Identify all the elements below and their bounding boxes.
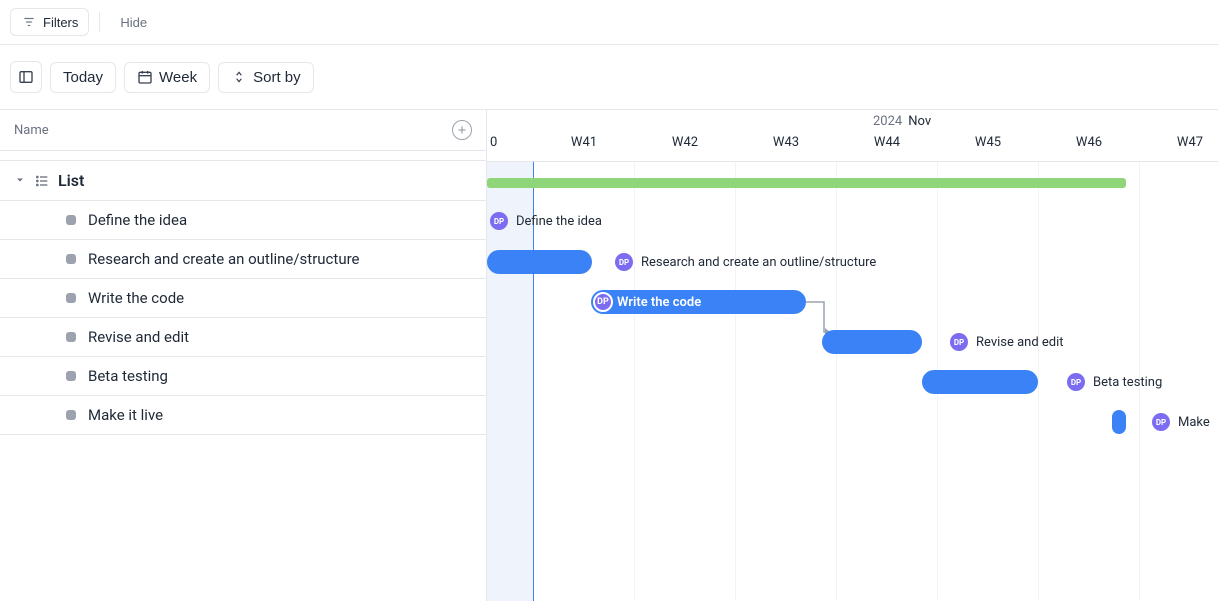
task-label: Define the idea	[88, 211, 187, 229]
view-toolbar: Today Week Sort by	[0, 45, 1218, 109]
week-label: W41	[571, 135, 597, 150]
panel-icon	[18, 69, 34, 85]
task-list-panel: Name List Define the idea Research and c…	[0, 110, 487, 601]
week-labels: 0 W41 W42 W43 W44 W45 W46 W47	[487, 135, 1218, 155]
assignee-avatar: DP	[615, 253, 633, 271]
separator	[99, 12, 100, 32]
bar-label: Define the idea	[516, 214, 602, 229]
gantt-task-label: DP Research and create an outline/struct…	[615, 253, 876, 271]
bar-label: Revise and edit	[976, 335, 1064, 350]
week-label: W43	[773, 135, 799, 150]
month-marker: 2024 Nov	[873, 114, 931, 129]
add-column-button[interactable]	[452, 120, 472, 140]
year-label: 2024	[873, 114, 902, 129]
assignee-avatar[interactable]: DP	[593, 292, 613, 312]
gantt-task-label: DP Revise and edit	[950, 333, 1064, 351]
spacer	[0, 151, 486, 161]
sort-icon	[231, 69, 247, 85]
week-label: W42	[672, 135, 698, 150]
filters-label: Filters	[43, 15, 78, 30]
group-summary-bar[interactable]	[487, 178, 1126, 188]
status-icon	[66, 215, 76, 225]
gantt-task-label[interactable]: DP Define the idea	[490, 212, 602, 230]
week-label: W44	[874, 135, 900, 150]
hide-button[interactable]: Hide	[110, 10, 157, 35]
task-label: Write the code	[88, 289, 184, 307]
task-label: Make it live	[88, 406, 163, 424]
gantt-task-label: DP Make	[1152, 413, 1210, 431]
gantt-bar[interactable]	[922, 370, 1038, 394]
assignee-avatar: DP	[490, 212, 508, 230]
bar-label: Make	[1178, 415, 1210, 430]
gantt-bar[interactable]	[1112, 410, 1126, 434]
timeline-body[interactable]: DP Define the idea DP Research and creat…	[487, 162, 1218, 601]
assignee-avatar: DP	[950, 333, 968, 351]
bar-label: Write the code	[617, 295, 701, 310]
status-icon	[66, 254, 76, 264]
timeline-header: 2024 Nov 0 W41 W42 W43 W44 W45 W46 W47	[487, 110, 1218, 162]
status-icon	[66, 332, 76, 342]
filters-bar: Filters Hide	[0, 0, 1218, 45]
status-icon	[66, 293, 76, 303]
caret-down-icon	[14, 171, 26, 190]
task-row[interactable]: Write the code	[0, 279, 486, 318]
month-label: Nov	[908, 114, 931, 129]
gantt-bar[interactable]: Write the code	[591, 290, 806, 314]
bar-label: Research and create an outline/structure	[641, 255, 876, 270]
status-icon	[66, 371, 76, 381]
filter-icon	[21, 14, 37, 30]
week-label: W46	[1076, 135, 1102, 150]
timeline-panel[interactable]: 2024 Nov 0 W41 W42 W43 W44 W45 W46 W47	[487, 110, 1218, 601]
assignee-avatar: DP	[1152, 413, 1170, 431]
sort-button[interactable]: Sort by	[218, 62, 314, 93]
gridline	[1038, 162, 1039, 601]
gridline	[634, 162, 635, 601]
week-label: W47	[1177, 135, 1203, 150]
group-label: List	[58, 171, 84, 190]
column-name-label: Name	[14, 123, 49, 138]
gridline	[735, 162, 736, 601]
week-label: 0	[490, 135, 497, 150]
filters-button[interactable]: Filters	[10, 8, 89, 36]
main-split: Name List Define the idea Research and c…	[0, 109, 1218, 601]
sort-label: Sort by	[253, 69, 301, 86]
today-button[interactable]: Today	[50, 62, 116, 93]
task-row[interactable]: Define the idea	[0, 201, 486, 240]
gridline	[836, 162, 837, 601]
task-row[interactable]: Make it live	[0, 396, 486, 435]
column-header-row: Name	[0, 110, 486, 151]
task-label: Beta testing	[88, 367, 168, 385]
gantt-task-label: DP Beta testing	[1067, 373, 1162, 391]
task-row[interactable]: Research and create an outline/structure	[0, 240, 486, 279]
group-header[interactable]: List	[0, 161, 486, 201]
task-row[interactable]: Beta testing	[0, 357, 486, 396]
task-label: Revise and edit	[88, 328, 189, 346]
toggle-panel-button[interactable]	[10, 61, 42, 93]
week-button[interactable]: Week	[124, 62, 210, 93]
calendar-icon	[137, 69, 153, 85]
task-label: Research and create an outline/structure	[88, 250, 360, 268]
task-row[interactable]: Revise and edit	[0, 318, 486, 357]
gantt-bar[interactable]	[487, 250, 592, 274]
status-icon	[66, 410, 76, 420]
list-icon	[34, 173, 50, 189]
bar-label: Beta testing	[1093, 375, 1162, 390]
week-label: Week	[159, 69, 197, 86]
week-label: W45	[975, 135, 1001, 150]
assignee-avatar: DP	[1067, 373, 1085, 391]
gantt-bar[interactable]	[822, 330, 922, 354]
